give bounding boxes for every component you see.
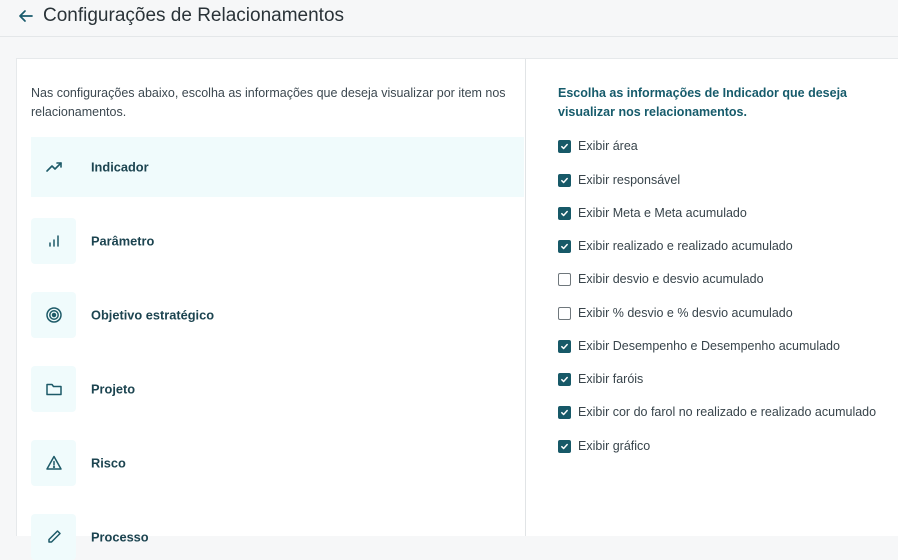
page-header: Configurações de Relacionamentos — [0, 0, 898, 37]
item-indicador[interactable]: Indicador — [31, 137, 524, 197]
option-label: Exibir área — [578, 139, 638, 153]
option-exibir-desvio[interactable]: Exibir desvio e desvio acumulado — [558, 270, 764, 288]
option-exibir-responsavel[interactable]: Exibir responsável — [558, 171, 680, 189]
page-title: Configurações de Relacionamentos — [43, 5, 345, 26]
item-parametro[interactable]: Parâmetro — [31, 218, 524, 264]
checkbox-checked[interactable] — [558, 206, 571, 220]
check-icon — [561, 443, 568, 449]
checkbox-checked[interactable] — [558, 239, 571, 253]
arrow-left-icon[interactable] — [16, 6, 36, 26]
checkbox-checked[interactable] — [558, 439, 571, 453]
check-icon — [561, 143, 568, 149]
checkbox-checked[interactable] — [558, 173, 571, 187]
check-icon — [561, 376, 568, 382]
options-title: Escolha as informações de Indicador que … — [558, 86, 847, 119]
folder-icon — [31, 366, 76, 412]
option-exibir-area[interactable]: Exibir área — [558, 137, 638, 155]
check-icon — [561, 243, 568, 249]
item-label: Risco — [91, 455, 126, 471]
option-exibir-grafico[interactable]: Exibir gráfico — [558, 437, 650, 455]
pencil-icon — [31, 514, 76, 560]
option-exibir-farois[interactable]: Exibir faróis — [558, 370, 643, 388]
option-label: Exibir % desvio e % desvio acumulado — [578, 306, 793, 320]
check-icon — [561, 210, 568, 216]
panel-description: Nas configurações abaixo, escolha as inf… — [31, 86, 506, 119]
item-label: Projeto — [91, 381, 136, 397]
option-label: Exibir faróis — [578, 372, 644, 386]
bar-chart-icon — [31, 218, 76, 264]
option-label: Exibir realizado e realizado acumulado — [578, 239, 793, 253]
option-exibir-desempenho[interactable]: Exibir Desempenho e Desempenho acumulado — [558, 337, 840, 355]
target-icon — [31, 292, 76, 338]
item-risco[interactable]: Risco — [31, 440, 524, 486]
check-icon — [561, 409, 568, 415]
checkbox-checked[interactable] — [558, 372, 571, 386]
settings-card: Nas configurações abaixo, escolha as inf… — [16, 58, 898, 560]
checkbox-checked[interactable] — [558, 339, 571, 353]
option-label: Exibir gráfico — [578, 439, 651, 453]
item-processo[interactable]: Processo — [31, 514, 524, 560]
item-projeto[interactable]: Projeto — [31, 366, 524, 412]
item-objetivo-estrategico[interactable]: Objetivo estratégico — [31, 292, 524, 338]
item-label: Processo — [91, 529, 149, 545]
option-label: Exibir Desempenho e Desempenho acumulado — [578, 339, 840, 353]
option-exibir-realizado[interactable]: Exibir realizado e realizado acumulado — [558, 237, 793, 255]
item-label: Objetivo estratégico — [91, 307, 215, 323]
check-icon — [561, 177, 568, 183]
checkbox-checked[interactable] — [558, 139, 571, 153]
check-icon — [561, 343, 568, 349]
indicator-options-panel: Escolha as informações de Indicador que … — [558, 59, 898, 536]
trend-up-icon — [31, 137, 76, 197]
checkbox-unchecked[interactable] — [558, 272, 571, 286]
checkbox-checked[interactable] — [558, 405, 571, 419]
option-label: Exibir desvio e desvio acumulado — [578, 272, 764, 286]
option-label: Exibir responsável — [578, 173, 681, 187]
checkbox-unchecked[interactable] — [558, 306, 571, 320]
option-exibir-percentual-desvio[interactable]: Exibir % desvio e % desvio acumulado — [558, 304, 793, 322]
item-type-panel: Nas configurações abaixo, escolha as inf… — [17, 59, 526, 560]
item-label: Parâmetro — [91, 233, 155, 249]
option-label: Exibir cor do farol no realizado e reali… — [578, 405, 877, 419]
warning-icon — [31, 440, 76, 486]
option-exibir-cor-farol[interactable]: Exibir cor do farol no realizado e reali… — [558, 403, 876, 421]
option-label: Exibir Meta e Meta acumulado — [578, 206, 747, 220]
option-exibir-meta[interactable]: Exibir Meta e Meta acumulado — [558, 204, 747, 222]
item-label: Indicador — [91, 159, 149, 175]
